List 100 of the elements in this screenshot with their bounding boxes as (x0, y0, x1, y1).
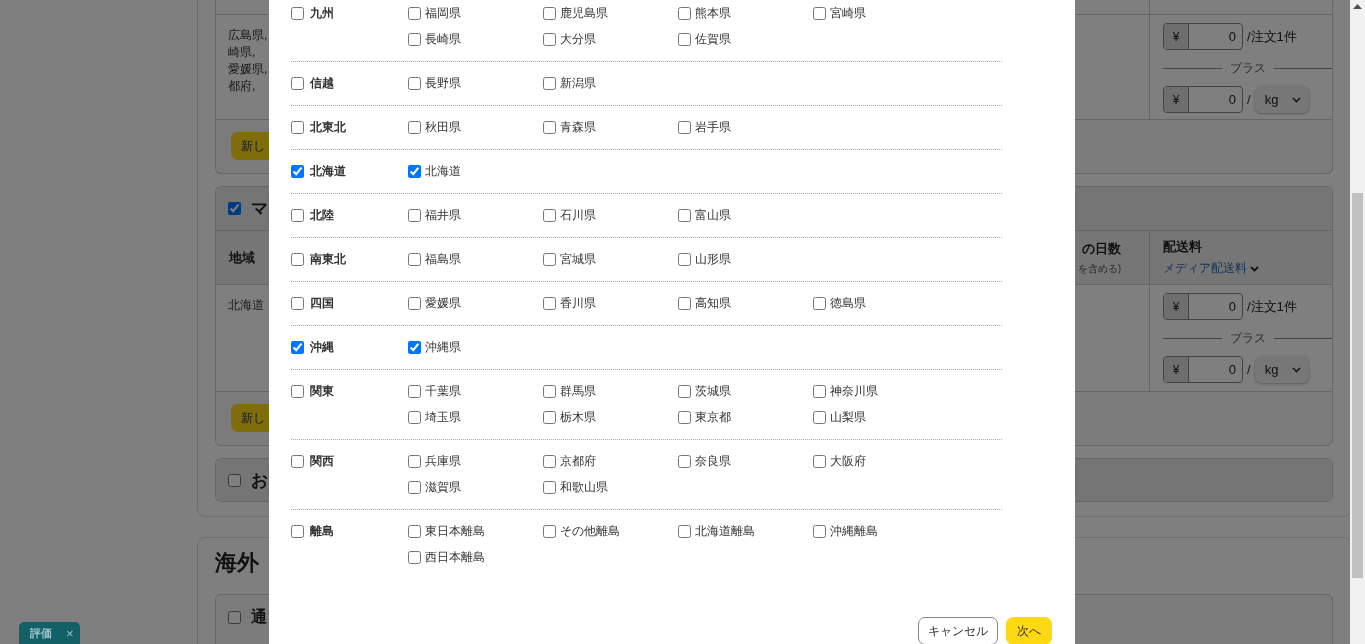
column-note: を含める) (1077, 261, 1121, 276)
checkbox[interactable] (408, 411, 421, 424)
checkbox[interactable] (543, 7, 556, 20)
close-icon[interactable]: × (66, 625, 74, 641)
checkbox[interactable] (408, 77, 421, 90)
checkbox[interactable] (678, 121, 691, 134)
cancel-button[interactable]: キャンセル (918, 617, 998, 644)
checkbox[interactable] (408, 253, 421, 266)
chevron-down-icon (1250, 265, 1259, 272)
checkbox[interactable] (291, 297, 304, 310)
prefecture-label: 新潟県 (560, 75, 596, 92)
price-field[interactable]: ¥ 0 (1163, 86, 1243, 113)
checkbox[interactable] (543, 297, 556, 310)
next-button[interactable]: 次へ (1006, 617, 1052, 644)
region-text: 崎県, (228, 44, 256, 61)
checkbox[interactable] (408, 165, 421, 178)
checkbox[interactable] (408, 33, 421, 46)
scrollbar-thumb[interactable] (1352, 193, 1363, 578)
checkbox[interactable] (408, 551, 421, 564)
checkbox[interactable] (543, 33, 556, 46)
checkbox[interactable] (291, 121, 304, 134)
checkbox[interactable] (228, 202, 241, 215)
prefecture-label: 京都府 (560, 453, 596, 470)
checkbox[interactable] (678, 411, 691, 424)
prefecture-label: 山梨県 (830, 409, 866, 426)
checkbox[interactable] (291, 455, 304, 468)
prefecture-label: 埼玉県 (425, 409, 461, 426)
prefecture-label: 茨城県 (695, 383, 731, 400)
feedback-tab[interactable]: 評価 × (19, 622, 80, 644)
checkbox[interactable] (543, 121, 556, 134)
prefecture-label: 大分県 (560, 31, 596, 48)
checkbox[interactable] (678, 385, 691, 398)
checkbox[interactable] (813, 297, 826, 310)
section-title: お (251, 469, 268, 492)
unit-label: /注文1件 (1247, 27, 1297, 46)
prefecture-label: 愛媛県 (425, 295, 461, 312)
checkbox[interactable] (408, 455, 421, 468)
checkbox[interactable] (813, 525, 826, 538)
unit-separator: / (1247, 92, 1251, 107)
checkbox[interactable] (678, 297, 691, 310)
region-label: 四国 (310, 295, 334, 312)
checkbox[interactable] (291, 385, 304, 398)
checkbox[interactable] (408, 7, 421, 20)
checkbox[interactable] (543, 455, 556, 468)
checkbox[interactable] (813, 455, 826, 468)
checkbox[interactable] (291, 77, 304, 90)
checkbox[interactable] (543, 411, 556, 424)
scroll-up-icon[interactable] (1353, 4, 1362, 10)
checkbox[interactable] (813, 385, 826, 398)
prefecture-label: 滋賀県 (425, 479, 461, 496)
prefecture-label: 秋田県 (425, 119, 461, 136)
checkbox[interactable] (678, 525, 691, 538)
checkbox[interactable] (408, 385, 421, 398)
checkbox[interactable] (408, 121, 421, 134)
checkbox[interactable] (408, 341, 421, 354)
checkbox[interactable] (291, 341, 304, 354)
checkbox[interactable] (291, 253, 304, 266)
section-heading: 海外 (215, 549, 259, 577)
prefecture-label: 北海道離島 (695, 523, 755, 540)
unit-select[interactable]: kg (1254, 356, 1310, 383)
price-field[interactable]: ¥ 0 (1163, 293, 1243, 320)
checkbox[interactable] (408, 481, 421, 494)
prefecture-label: 宮崎県 (830, 5, 866, 22)
checkbox[interactable] (291, 7, 304, 20)
checkbox[interactable] (408, 209, 421, 222)
checkbox[interactable] (408, 297, 421, 310)
checkbox[interactable] (291, 525, 304, 538)
checkbox[interactable] (813, 7, 826, 20)
checkbox[interactable] (678, 209, 691, 222)
prefecture-label: 千葉県 (425, 383, 461, 400)
checkbox[interactable] (408, 525, 421, 538)
fee-type-dropdown[interactable]: メディア配送料 (1163, 260, 1259, 277)
price-field[interactable]: ¥ 0 (1163, 23, 1243, 50)
checkbox[interactable] (678, 455, 691, 468)
unit-label: /注文1件 (1247, 297, 1297, 316)
checkbox[interactable] (543, 253, 556, 266)
prefecture-label: 沖縄県 (425, 339, 461, 356)
prefecture-label: 山形県 (695, 251, 731, 268)
checkbox[interactable] (543, 525, 556, 538)
add-button[interactable]: 新し (231, 404, 269, 432)
chevron-down-icon (1292, 96, 1302, 103)
checkbox[interactable] (291, 165, 304, 178)
checkbox[interactable] (543, 77, 556, 90)
price-field[interactable]: ¥ 0 (1163, 356, 1243, 383)
prefecture-label: 福井県 (425, 207, 461, 224)
unit-select[interactable]: kg (1254, 86, 1310, 113)
prefecture-label: 岩手県 (695, 119, 731, 136)
checkbox[interactable] (678, 253, 691, 266)
region-text: 北海道 (228, 297, 264, 314)
checkbox[interactable] (543, 481, 556, 494)
checkbox[interactable] (291, 209, 304, 222)
checkbox[interactable] (813, 411, 826, 424)
add-button[interactable]: 新し (231, 132, 269, 160)
prefecture-label: 青森県 (560, 119, 596, 136)
checkbox[interactable] (678, 7, 691, 20)
checkbox[interactable] (543, 385, 556, 398)
checkbox[interactable] (228, 611, 241, 624)
checkbox[interactable] (228, 473, 241, 487)
checkbox[interactable] (678, 33, 691, 46)
checkbox[interactable] (543, 209, 556, 222)
